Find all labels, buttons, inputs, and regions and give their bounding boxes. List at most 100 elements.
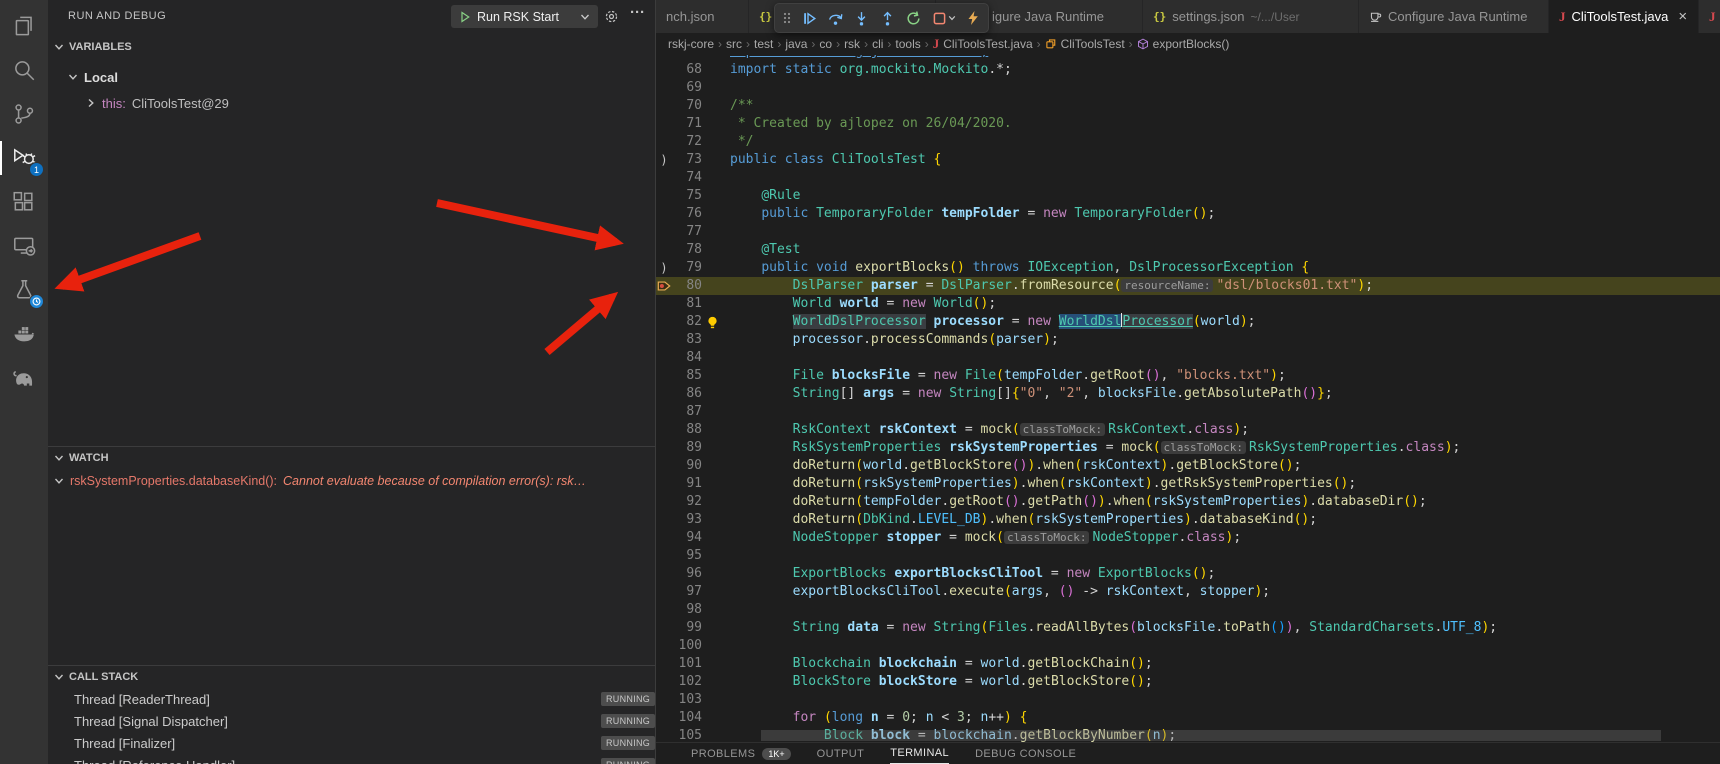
gutter-decoration[interactable] xyxy=(656,601,672,619)
code-text xyxy=(720,691,730,709)
stop-icon[interactable] xyxy=(931,10,956,27)
code-line-89: 89 RskSystemProperties rskSystemProperti… xyxy=(656,439,1720,457)
breadcrumb-item-tools[interactable]: tools xyxy=(895,37,920,51)
tab-next-java-tab[interactable]: J xyxy=(1699,0,1720,33)
gutter-decoration[interactable] xyxy=(656,205,672,223)
gutter-decoration[interactable] xyxy=(656,97,672,115)
gutter-decoration[interactable] xyxy=(656,403,672,421)
restart-icon[interactable] xyxy=(905,10,922,27)
line-number: 98 xyxy=(672,601,702,619)
run-and-debug-icon[interactable]: 1 xyxy=(0,136,48,180)
tab-settings-json[interactable]: {}settings.json~/.../User xyxy=(1143,0,1359,33)
panel-tab-output[interactable]: OUTPUT xyxy=(817,743,865,764)
horizontal-scrollbar[interactable] xyxy=(761,730,1661,741)
code-editor[interactable]: 67import static org.junit.Assert.*;68imp… xyxy=(656,55,1720,742)
variables-scope-local[interactable]: Local xyxy=(48,66,655,88)
gutter-decoration[interactable] xyxy=(656,385,672,403)
step-over-icon[interactable] xyxy=(827,10,844,27)
quick-fix-lightbulb[interactable] xyxy=(702,313,720,331)
gutter-decoration[interactable] xyxy=(656,79,672,97)
gutter-decoration[interactable] xyxy=(656,115,672,133)
testing-flask-icon[interactable] xyxy=(0,268,48,312)
gutter-decoration[interactable] xyxy=(656,565,672,583)
gutter-decoration[interactable] xyxy=(656,331,672,349)
tab-configure-java-runtime[interactable]: Configure Java Runtime xyxy=(1359,0,1549,33)
gutter-decoration[interactable] xyxy=(656,709,672,727)
line-number: 77 xyxy=(672,223,702,241)
source-control-icon[interactable] xyxy=(0,92,48,136)
watch-section-header[interactable]: WATCH xyxy=(48,446,655,468)
gutter-decoration[interactable] xyxy=(656,583,672,601)
explorer-icon[interactable] xyxy=(0,4,48,48)
gutter-decoration[interactable] xyxy=(656,223,672,241)
toolbar-drag-grip[interactable] xyxy=(782,10,792,26)
launch-config-dropdown[interactable]: Run RSK Start xyxy=(451,5,598,28)
breadcrumb-item-rsk[interactable]: rsk xyxy=(844,37,860,51)
call-stack-thread[interactable]: Thread [Finalizer]RUNNING xyxy=(48,732,655,754)
hot-code-replace-icon[interactable] xyxy=(965,10,981,26)
code-line-93: 93 doReturn(DbKind.LEVEL_DB).when(rskSys… xyxy=(656,511,1720,529)
gutter-decoration[interactable] xyxy=(656,349,672,367)
panel-tab-problems[interactable]: PROBLEMS1K+ xyxy=(691,743,791,764)
extensions-icon[interactable] xyxy=(0,180,48,224)
breadcrumb-item-co[interactable]: co xyxy=(819,37,832,51)
gutter-decoration[interactable] xyxy=(656,367,672,385)
step-out-icon[interactable] xyxy=(879,10,896,27)
gutter-decoration[interactable] xyxy=(656,727,672,742)
gutter-decoration[interactable] xyxy=(656,187,672,205)
gutter-decoration[interactable] xyxy=(656,421,672,439)
tab-clitoolstest-java[interactable]: JCliToolsTest.java× xyxy=(1549,0,1699,33)
gradle-elephant-icon[interactable] xyxy=(0,356,48,400)
step-into-icon[interactable] xyxy=(853,10,870,27)
gutter-decoration[interactable] xyxy=(656,169,672,187)
gutter-decoration[interactable] xyxy=(656,619,672,637)
code-line-73: )73public class CliToolsTest { xyxy=(656,151,1720,169)
breadcrumb-item-src[interactable]: src xyxy=(726,37,742,51)
debug-current-line-arrow[interactable] xyxy=(656,277,672,295)
variables-section-header[interactable]: VARIABLES xyxy=(48,36,655,58)
gutter-decoration[interactable] xyxy=(656,511,672,529)
docker-icon[interactable] xyxy=(0,312,48,356)
call-stack-thread[interactable]: Thread [ReaderThread]RUNNING xyxy=(48,688,655,710)
gutter-decoration[interactable] xyxy=(656,457,672,475)
call-stack-thread[interactable]: Thread [Signal Dispatcher]RUNNING xyxy=(48,710,655,732)
gutter-decoration[interactable] xyxy=(656,133,672,151)
fold-marker[interactable]: ) xyxy=(656,151,672,169)
close-icon[interactable]: × xyxy=(1678,9,1687,24)
tab-launch-json[interactable]: nch.json xyxy=(656,0,749,33)
gutter-decoration[interactable] xyxy=(656,475,672,493)
search-icon[interactable] xyxy=(0,48,48,92)
gutter-decoration[interactable] xyxy=(656,313,672,331)
breadcrumb-item-rskj-core[interactable]: rskj-core xyxy=(668,37,714,51)
breadcrumb-item-clitoolstest-java[interactable]: JCliToolsTest.java xyxy=(933,36,1033,52)
watch-expression-row[interactable]: rskSystemProperties.databaseKind(): Cann… xyxy=(48,470,655,492)
gutter-decoration[interactable] xyxy=(656,295,672,313)
gutter-decoration[interactable] xyxy=(656,529,672,547)
breadcrumb-separator: › xyxy=(777,37,781,51)
gear-icon[interactable] xyxy=(604,9,619,24)
variable-this[interactable]: this: CliToolsTest@29 xyxy=(48,92,655,114)
code-line-97: 97 exportBlocksCliTool.execute(args, () … xyxy=(656,583,1720,601)
breadcrumb-item-clitoolstest[interactable]: CliToolsTest xyxy=(1045,37,1125,51)
more-actions-icon[interactable]: ··· xyxy=(630,4,645,21)
continue-icon[interactable] xyxy=(801,10,818,27)
breadcrumb-item-java[interactable]: java xyxy=(785,37,807,51)
gutter-decoration[interactable] xyxy=(656,439,672,457)
remote-explorer-icon[interactable] xyxy=(0,224,48,268)
gutter-decoration[interactable] xyxy=(656,493,672,511)
call-stack-section-header[interactable]: CALL STACK xyxy=(48,665,655,687)
gutter-decoration[interactable] xyxy=(656,691,672,709)
breadcrumb-item-exportblocks-[interactable]: exportBlocks() xyxy=(1137,37,1230,51)
breadcrumb-item-cli[interactable]: cli xyxy=(872,37,883,51)
gutter-decoration[interactable] xyxy=(656,637,672,655)
call-stack-thread[interactable]: Thread [Reference Handler]RUNNING xyxy=(48,754,655,764)
gutter-decoration[interactable] xyxy=(656,547,672,565)
breadcrumb-item-test[interactable]: test xyxy=(754,37,773,51)
gutter-decoration[interactable] xyxy=(656,673,672,691)
fold-marker[interactable]: ) xyxy=(656,259,672,277)
gutter-decoration[interactable] xyxy=(656,61,672,79)
panel-tab-debug-console[interactable]: DEBUG CONSOLE xyxy=(975,743,1076,764)
gutter-decoration[interactable] xyxy=(656,241,672,259)
panel-tab-terminal[interactable]: TERMINAL xyxy=(890,743,949,764)
gutter-decoration[interactable] xyxy=(656,655,672,673)
